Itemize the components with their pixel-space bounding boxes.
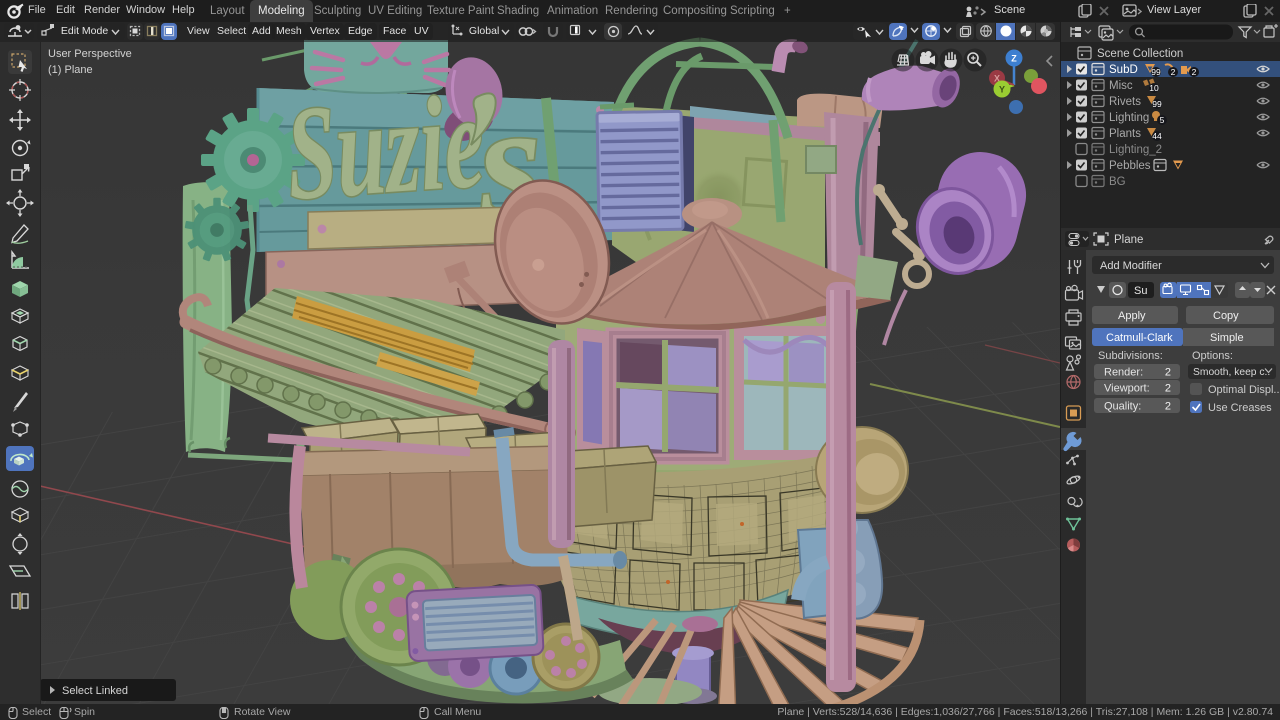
svg-text:(1) Plane: (1) Plane [48, 64, 93, 76]
svg-text:Scene Collection: Scene Collection [1097, 48, 1183, 60]
svg-text:Render:: Render: [1104, 367, 1143, 379]
svg-text:Select Linked: Select Linked [62, 685, 128, 697]
svg-text:Use Creases: Use Creases [1208, 402, 1272, 414]
svg-text:Catmull-Clark: Catmull-Clark [1106, 332, 1173, 344]
svg-text:Rivets: Rivets [1109, 96, 1141, 108]
svg-text:Subdivisions:: Subdivisions: [1098, 350, 1163, 362]
svg-text:44: 44 [1152, 131, 1162, 141]
svg-text:Y: Y [999, 85, 1005, 95]
svg-text:Viewport:: Viewport: [1104, 383, 1150, 395]
svg-text:Plane: Plane [1114, 234, 1143, 246]
svg-text:Simple: Simple [1210, 332, 1244, 344]
svg-text:Options:: Options: [1192, 350, 1233, 362]
svg-text:Su: Su [1134, 285, 1147, 297]
svg-text:2: 2 [1165, 367, 1171, 379]
svg-text:SubD: SubD [1109, 64, 1138, 76]
svg-text:Optimal Displ..: Optimal Displ.. [1208, 384, 1280, 396]
svg-text:Apply: Apply [1118, 310, 1146, 322]
svg-text:99: 99 [1152, 99, 1162, 109]
svg-text:2: 2 [1171, 67, 1176, 77]
svg-text:Plants: Plants [1109, 128, 1141, 140]
svg-text:Z: Z [1011, 54, 1017, 64]
svg-text:Pebbles: Pebbles [1109, 160, 1151, 172]
svg-text:2: 2 [1192, 67, 1197, 77]
svg-text:2: 2 [1165, 383, 1171, 395]
svg-text:Copy: Copy [1213, 310, 1239, 322]
svg-text:2: 2 [1165, 401, 1171, 413]
svg-text:Quality:: Quality: [1104, 401, 1141, 413]
svg-text:Lighting: Lighting [1109, 112, 1149, 124]
svg-text:99: 99 [1151, 67, 1161, 77]
svg-text:User Perspective: User Perspective [48, 48, 132, 60]
svg-text:Misc: Misc [1109, 80, 1133, 92]
svg-text:10: 10 [1149, 83, 1159, 93]
svg-text:5: 5 [1160, 115, 1165, 125]
svg-text:BG: BG [1109, 176, 1126, 188]
svg-text:Add Modifier: Add Modifier [1100, 260, 1162, 272]
svg-text:Smooth, keep c..: Smooth, keep c.. [1193, 367, 1270, 378]
svg-text:Lighting_2: Lighting_2 [1109, 144, 1162, 156]
